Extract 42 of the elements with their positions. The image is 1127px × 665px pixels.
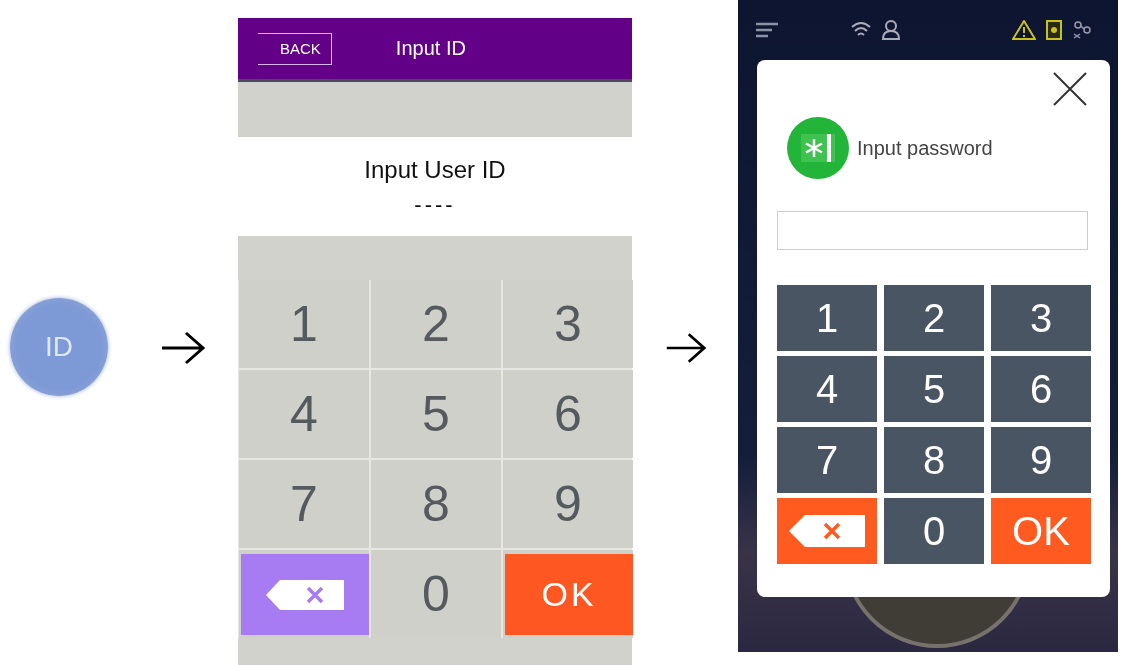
prompt-label: Input password	[857, 136, 993, 160]
digit-key[interactable]: 9	[503, 460, 633, 548]
digit-key[interactable]: 3	[991, 285, 1091, 351]
digit-key[interactable]: 2	[884, 285, 984, 351]
digit-key[interactable]: 9	[991, 427, 1091, 493]
screen-title: Input ID	[395, 37, 466, 60]
digit-key[interactable]: 8	[371, 460, 501, 548]
back-button[interactable]: BACK	[258, 32, 332, 65]
digit-key[interactable]: 1	[239, 280, 369, 368]
menu-icon[interactable]	[756, 22, 778, 38]
digit-key[interactable]: 7	[239, 460, 369, 548]
digit-key[interactable]: 8	[884, 427, 984, 493]
close-icon[interactable]	[1052, 72, 1088, 106]
digit-key[interactable]: 1	[777, 285, 877, 351]
digit-key[interactable]: 5	[371, 370, 501, 458]
ok-key[interactable]: OK	[991, 498, 1091, 564]
ok-key[interactable]: OK	[505, 554, 633, 635]
digit-key[interactable]: 3	[503, 280, 633, 368]
digit-key[interactable]: 2	[371, 280, 501, 368]
backspace-icon	[266, 579, 344, 610]
password-icon	[787, 117, 849, 179]
arrow-icon	[665, 330, 707, 366]
digit-key[interactable]: 0	[371, 550, 501, 638]
network-icon	[1072, 21, 1092, 39]
digit-key[interactable]: 6	[503, 370, 633, 458]
digit-key[interactable]: 6	[991, 356, 1091, 422]
arrow-icon	[160, 330, 206, 366]
digit-key[interactable]: 0	[884, 498, 984, 564]
backspace-key[interactable]	[241, 554, 369, 635]
id-value: ----	[414, 191, 456, 218]
id-button[interactable]: ID	[10, 298, 108, 396]
digit-key[interactable]: 4	[239, 370, 369, 458]
digit-key[interactable]: 5	[884, 356, 984, 422]
backspace-key[interactable]	[777, 498, 877, 564]
digit-key[interactable]: 7	[777, 427, 877, 493]
backspace-icon	[789, 515, 865, 547]
user-icon	[882, 20, 900, 40]
digit-key[interactable]: 4	[777, 356, 877, 422]
card-icon	[1046, 20, 1062, 40]
password-field[interactable]	[777, 211, 1088, 250]
warning-icon	[1012, 20, 1036, 40]
prompt-label: Input User ID	[364, 155, 506, 184]
